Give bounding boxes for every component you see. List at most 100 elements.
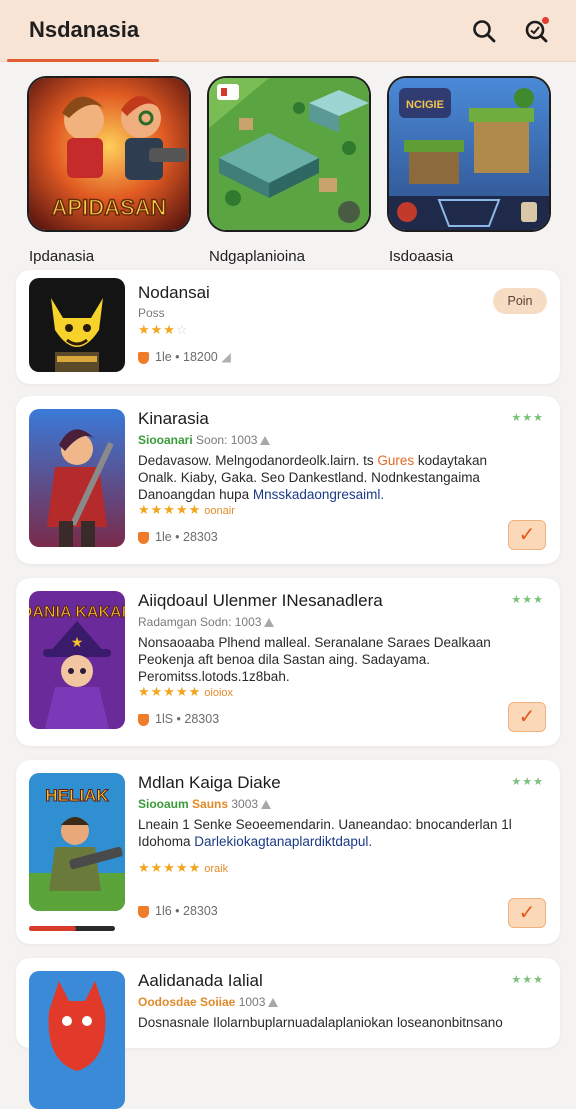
featured-name: Ipdanasia: [29, 248, 95, 265]
description-line: Dedavasow. Melngodanordeolk.lairn. ts Gu…: [138, 452, 538, 469]
app-description: Lneain 1 Senke Seoeemendarin. Uaneandao:…: [138, 816, 538, 850]
app-description: Dedavasow. Melngodanordeolk.lairn. ts Gu…: [138, 452, 538, 503]
rating-stars: ★★★★★: [138, 860, 202, 875]
checkmark-icon: ✓: [518, 706, 536, 728]
featured-card[interactable]: APIDASAN Ipdanasia: [29, 78, 189, 265]
progress-fill: [29, 926, 77, 931]
thumb-icon: [268, 998, 279, 1008]
featured-thumbnail[interactable]: [209, 78, 369, 230]
download-progress: [29, 926, 115, 931]
app-card[interactable]: Aalidanada Ialial Oodosdae Soiiae 1003 Dos…: [16, 958, 560, 1109]
app-icon: [29, 971, 125, 1109]
app-description: Dosnasnale Ilolarnbuplarnuadalaplaniokan…: [138, 1014, 538, 1031]
checkmark-icon: ✓: [518, 524, 536, 546]
app-icon: HELIAK: [29, 773, 125, 911]
thumb-icon: [264, 618, 275, 628]
featured-thumbnail[interactable]: NCIGIE: [389, 78, 549, 230]
meta-info: Radamgan Sodn: 1003: [138, 615, 262, 629]
app-meta: Radamgan Sodn: 1003: [138, 615, 275, 629]
install-button[interactable]: ✓: [508, 520, 546, 550]
mini-rating: ★★★: [511, 594, 544, 606]
install-button[interactable]: ✓: [508, 702, 546, 732]
featured-name: Isdoaasia: [389, 248, 454, 265]
play-button[interactable]: Poin: [493, 288, 547, 314]
thumb-icon: ◢: [221, 350, 231, 364]
featured-thumbnail[interactable]: APIDASAN: [29, 78, 189, 230]
app-icon: DANIA KAKAR ★: [29, 591, 125, 729]
app-card[interactable]: DANIA KAKAR ★ Aiiqdoaul Ulenmer INesanadle…: [16, 578, 560, 746]
featured-card[interactable]: NCIGIE Isdoaasia: [389, 78, 549, 265]
app-art-text: HELIAK: [45, 786, 109, 805]
description-text: Dosnasnale Ilolarnbuplarnuadalaplaniokan…: [138, 1015, 503, 1030]
notification-search-icon[interactable]: [522, 17, 550, 45]
stats-text: 1le • 28303: [155, 530, 218, 544]
mini-rating: ★★★: [511, 412, 544, 424]
rating-tag: oraik: [204, 863, 229, 875]
install-button[interactable]: ✓: [508, 898, 546, 928]
app-title: Kinarasia: [138, 409, 209, 428]
app-stats: 1l6 • 28303: [138, 904, 218, 918]
app-meta: Oodosdae Soiiae 1003: [138, 995, 279, 1009]
mini-rating: ★★★: [511, 776, 544, 788]
description-text: Lneain 1 Senke Seoeemendarin. Uaneandao:…: [138, 817, 512, 832]
description-line: Peromitss.lotods.1z8bah.: [138, 668, 538, 685]
featured-art-text: APIDASAN: [52, 195, 167, 220]
description-text: Idohoma: [138, 834, 195, 849]
checkmark-icon: ✓: [518, 902, 536, 924]
meta-category: Sauns: [192, 797, 229, 811]
description-line: Danoangdan hupa Mnsskadaongresaiml.: [138, 486, 538, 503]
meta-category: Oodosdae Soiiae: [138, 995, 236, 1009]
description-text: Peromitss.lotods.1z8bah.: [138, 669, 290, 684]
star-rating: ★★★★★ oioiox: [138, 684, 233, 700]
description-line: Onalk. Kiaby, Gaka. Seo Dankestland. Nod…: [138, 469, 538, 486]
description-text: Danoangdan hupa: [138, 487, 253, 502]
featured-card[interactable]: Ndgaplanioina: [209, 78, 369, 265]
description-line: Lneain 1 Senke Seoeemendarin. Uaneandao:…: [138, 816, 538, 833]
shield-icon: [138, 905, 149, 918]
app-card[interactable]: HELIAK Mdlan Kaiga Diake Siooaum Sauns 300…: [16, 760, 560, 944]
description-line: Dosnasnale Ilolarnbuplarnuadalaplaniokan…: [138, 1014, 538, 1031]
stats-text: 1le • 18200: [155, 350, 218, 364]
star-rating: ★★★☆: [138, 322, 189, 338]
description-text: Onalk. Kiaby, Gaka. Seo Dankestland. Nod…: [138, 470, 480, 485]
rating-stars: ★★★★★: [138, 502, 202, 517]
description-text: Nonsaoaaba Plhend malleal. Seranalane Sa…: [138, 635, 491, 650]
star-rating: ★★★★★ oraik: [138, 860, 228, 876]
notification-dot: [542, 17, 549, 24]
shield-icon: [138, 713, 149, 726]
description-text: Mnsskadaongresaiml.: [252, 487, 385, 502]
app-stats: 1le • 18200 ◢: [138, 349, 231, 364]
description-text: kodaytakan: [414, 453, 487, 468]
rating-stars: ★★★: [138, 322, 176, 337]
featured-name: Ndgaplanioina: [209, 248, 305, 265]
meta-info: 3003: [231, 797, 259, 811]
thumb-icon: [260, 436, 271, 446]
app-card-highlight[interactable]: Nodansai Poss ★★★☆ 1le • 18200 ◢ Poin: [16, 270, 560, 384]
meta-publisher: Siooaum: [138, 797, 189, 811]
featured-carousel: APIDASAN Ipdanasia Ndgaplanioina NCIGIE …: [0, 70, 576, 270]
app-stats: 1le • 28303: [138, 530, 218, 544]
app-title: Nodansai: [138, 283, 210, 302]
stats-text: 1lS • 28303: [155, 712, 220, 726]
meta-info: Soon: 1003: [196, 433, 258, 447]
description-text: Dedavasow. Melngodanordeolk.lairn. ts: [138, 453, 378, 468]
thumb-icon: [261, 800, 272, 810]
app-title: Aalidanada Ialial: [138, 971, 263, 990]
app-title: Nsdanasia: [29, 17, 140, 42]
app-card[interactable]: Kinarasia Siooanari Soon: 1003 Dedavasow. …: [16, 396, 560, 564]
description-text: Darlekiokagtanaplardiktdapul.: [194, 834, 373, 849]
star-rating: ★★★★★ oonair: [138, 502, 235, 518]
app-description: Nonsaoaaba Plhend malleal. Seranalane Sa…: [138, 634, 538, 685]
rating-empty-star: ☆: [175, 322, 189, 337]
description-text: Gures: [377, 453, 415, 468]
app-art-text: DANIA KAKAR: [29, 604, 125, 621]
active-tab-indicator: [7, 59, 159, 62]
meta-info: 1003: [238, 995, 266, 1009]
top-app-bar: Nsdanasia: [0, 0, 576, 62]
search-icon[interactable]: [470, 17, 498, 45]
description-text: Peokenja aft benoa dila Sastan aing. Sad…: [138, 652, 430, 667]
app-subtitle: Poss: [138, 306, 165, 320]
mini-rating: ★★★: [511, 974, 544, 986]
rating-tag: oioiox: [204, 687, 234, 699]
app-title: Aiiqdoaul Ulenmer INesanadlera: [138, 591, 383, 610]
